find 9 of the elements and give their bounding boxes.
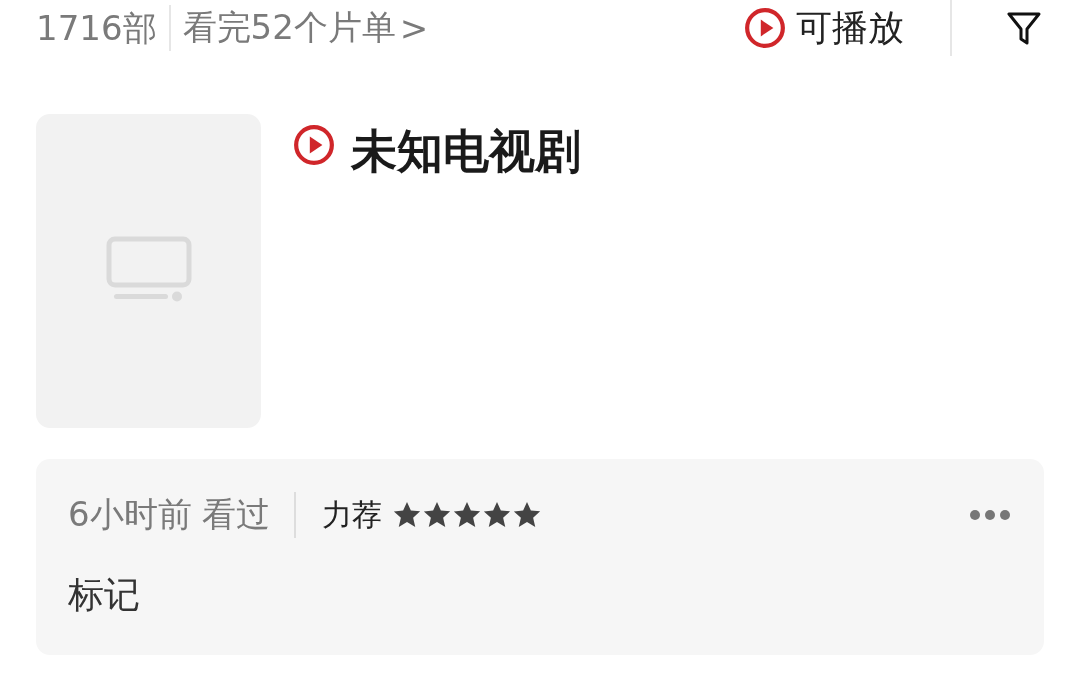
playable-filter[interactable]: 可播放 bbox=[744, 0, 952, 56]
play-icon bbox=[744, 7, 786, 49]
watched-lists-link[interactable]: 看完52个片单> bbox=[170, 4, 435, 52]
movie-count: 1716部 bbox=[36, 5, 171, 51]
watched-time: 6小时前 看过 bbox=[68, 492, 297, 538]
note-text: 标记 bbox=[68, 573, 141, 617]
more-icon[interactable] bbox=[968, 508, 1012, 522]
show-title[interactable]: 未知电视剧 bbox=[351, 124, 581, 178]
rating-label: 力荐 bbox=[322, 495, 383, 534]
